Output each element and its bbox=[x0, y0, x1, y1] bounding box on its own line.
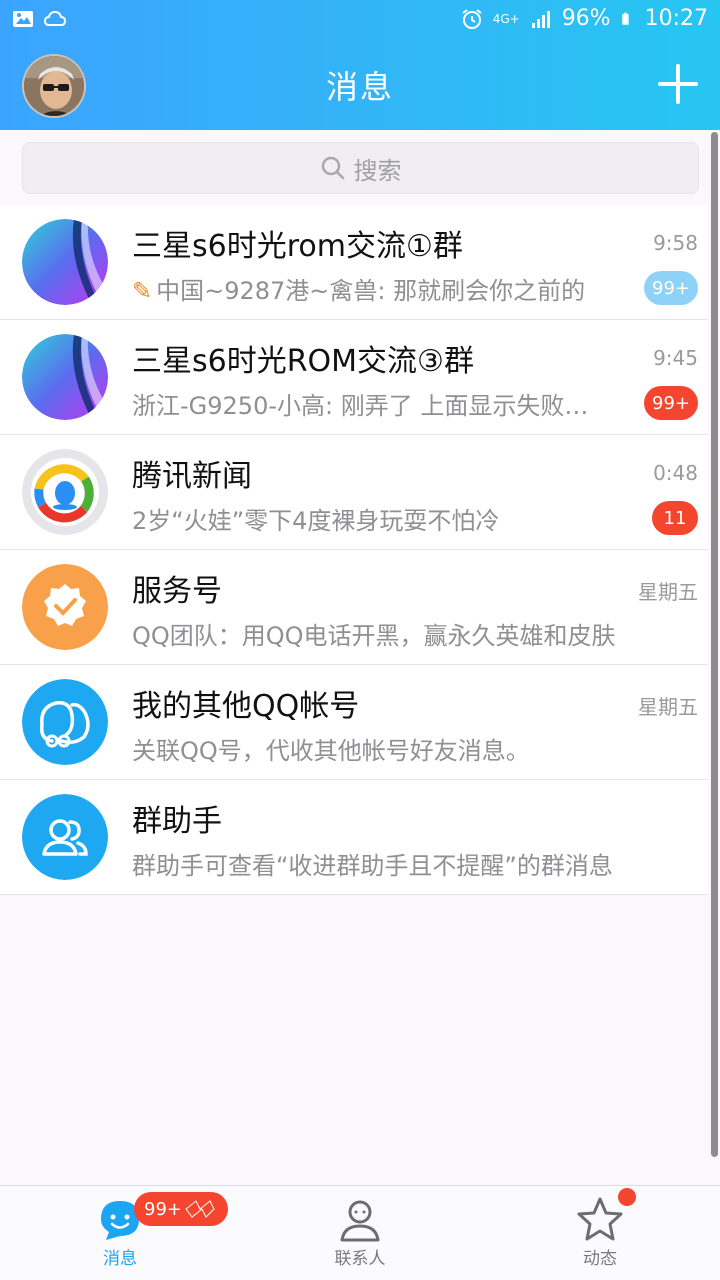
search-placeholder: 搜索 bbox=[353, 156, 402, 185]
unread-badge: 99+ bbox=[644, 386, 698, 420]
tab-contacts-label: 联系人 bbox=[334, 1249, 386, 1269]
conversation-row[interactable]: 我的其他QQ帐号 星期五 关联QQ号，代收其他帐号好友消息。 bbox=[0, 665, 708, 780]
conversation-row[interactable]: 三星s6时光ROM交流③群 9:45 浙江-G9250-小高: 刚弄了 上面显示… bbox=[0, 320, 708, 435]
conversation-time: 9:45 bbox=[653, 346, 698, 370]
add-plus-icon[interactable] bbox=[658, 64, 698, 104]
alarm-icon bbox=[462, 8, 482, 29]
tab-contacts[interactable]: 联系人 bbox=[240, 1186, 480, 1280]
linked-accounts-avatar bbox=[22, 679, 108, 765]
conversation-time: 9:58 bbox=[653, 231, 698, 255]
preview-text: 中国~9287港~禽兽: 那就刷会你之前的 bbox=[156, 277, 586, 305]
clock: 10:27 bbox=[644, 6, 708, 31]
samsung-group-avatar bbox=[22, 334, 108, 420]
conversation-list: 三星s6时光rom交流①群 9:58 ✎ 中国~9287港~禽兽: 那就刷会你之前… bbox=[0, 205, 708, 895]
cloud-sync-notification-icon bbox=[44, 10, 66, 26]
unread-drag-tail-icon bbox=[185, 1200, 215, 1218]
conversation-time: 0:48 bbox=[653, 461, 698, 485]
conversation-name: 三星s6时光ROM交流③群 bbox=[132, 344, 474, 379]
star-icon bbox=[577, 1197, 623, 1241]
tab-moments-label: 动态 bbox=[583, 1249, 617, 1269]
unread-badge: 11 bbox=[652, 501, 698, 535]
conversation-name: 我的其他QQ帐号 bbox=[132, 689, 360, 724]
conversation-name: 服务号 bbox=[132, 574, 222, 609]
conversation-row[interactable]: 三星s6时光rom交流①群 9:58 ✎ 中国~9287港~禽兽: 那就刷会你之前… bbox=[0, 205, 708, 320]
group-assistant-avatar bbox=[22, 794, 108, 880]
top-bar: 4G+ 96% 10:27 消息 bbox=[0, 0, 720, 130]
messages-badge: 99+ bbox=[134, 1192, 228, 1226]
conversation-row[interactable]: 群助手 群助手可查看“收进群助手且不提醒”的群消息 bbox=[0, 780, 708, 895]
battery-icon bbox=[621, 12, 629, 25]
moments-notification-dot bbox=[618, 1188, 636, 1206]
conversation-row[interactable]: 腾讯新闻 0:48 2岁“火娃”零下4度裸身玩耍不怕冷 11 bbox=[0, 435, 708, 550]
conversation-preview: 关联QQ号，代收其他帐号好友消息。 bbox=[132, 737, 530, 765]
unread-badge: 99+ bbox=[644, 271, 698, 305]
scrollbar[interactable] bbox=[711, 132, 718, 1157]
conversation-row[interactable]: 服务号 星期五 QQ团队：用QQ电话开黑，赢永久英雄和皮肤 bbox=[0, 550, 708, 665]
pen-icon: ✎ bbox=[132, 277, 153, 305]
conversation-name: 群助手 bbox=[132, 804, 222, 839]
network-type: 4G+ bbox=[492, 11, 520, 26]
conversation-preview: 群助手可查看“收进群助手且不提醒”的群消息 bbox=[132, 852, 613, 880]
conversation-name: 腾讯新闻 bbox=[132, 459, 252, 494]
conversation-name: 三星s6时光rom交流①群 bbox=[132, 229, 463, 264]
search-bar[interactable]: 搜索 bbox=[22, 142, 699, 194]
person-icon bbox=[340, 1200, 380, 1242]
tab-messages[interactable]: 99+ 消息 bbox=[0, 1186, 240, 1280]
battery-percent: 96% bbox=[561, 6, 611, 31]
status-bar: 4G+ 96% 10:27 bbox=[0, 0, 720, 40]
samsung-group-avatar bbox=[22, 219, 108, 305]
conversation-preview: QQ团队：用QQ电话开黑，赢永久英雄和皮肤 bbox=[132, 622, 616, 650]
conversation-preview: 2岁“火娃”零下4度裸身玩耍不怕冷 bbox=[132, 507, 500, 535]
tencent-news-avatar bbox=[22, 449, 108, 535]
gallery-notification-icon bbox=[13, 11, 33, 27]
service-badge-avatar bbox=[22, 564, 108, 650]
bottom-tab-bar: 99+ 消息 联系人 动态 bbox=[0, 1185, 720, 1280]
tab-moments[interactable]: 动态 bbox=[480, 1186, 720, 1280]
header: 消息 bbox=[0, 40, 720, 130]
conversation-preview: 浙江-G9250-小高: 刚弄了 上面显示失败… bbox=[132, 392, 589, 420]
conversation-time: 星期五 bbox=[638, 580, 698, 604]
search-icon bbox=[321, 156, 344, 180]
signal-icon bbox=[531, 10, 550, 28]
tab-messages-label: 消息 bbox=[103, 1249, 137, 1269]
conversation-preview: ✎ 中国~9287港~禽兽: 那就刷会你之前的 bbox=[132, 271, 632, 306]
conversation-time: 星期五 bbox=[638, 695, 698, 719]
page-title: 消息 bbox=[325, 68, 394, 106]
messages-badge-count: 99+ bbox=[144, 1198, 182, 1220]
